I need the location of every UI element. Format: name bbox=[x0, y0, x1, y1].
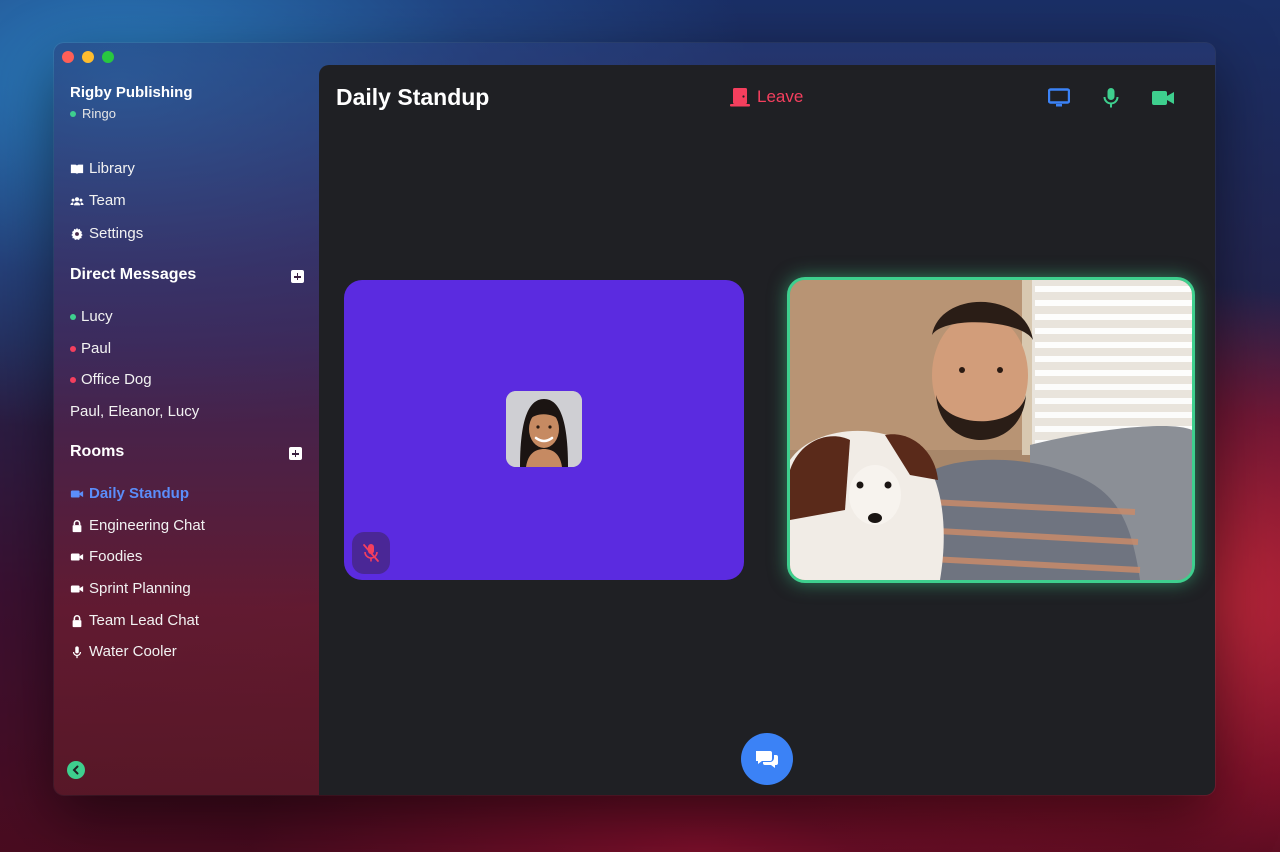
room-item-label: Daily Standup bbox=[89, 485, 190, 502]
dm-item-group[interactable]: Paul, Eleanor, Lucy bbox=[70, 403, 199, 420]
sidebar-item-team[interactable]: Team bbox=[70, 192, 126, 209]
online-status-icon bbox=[70, 110, 76, 117]
lock-icon bbox=[72, 519, 82, 532]
monitor-icon bbox=[1048, 88, 1070, 107]
active-speaker-video-tile[interactable] bbox=[787, 277, 1195, 583]
dm-item-label: Paul, Eleanor, Lucy bbox=[70, 403, 200, 420]
screen-share-button[interactable] bbox=[1047, 87, 1071, 109]
app-window: Rigby Publishing Ringo Library Team Sett… bbox=[54, 43, 1215, 795]
room-item-daily-standup[interactable]: Daily Standup bbox=[70, 485, 189, 502]
video-icon bbox=[70, 553, 84, 560]
current-user-name: Ringo bbox=[82, 106, 116, 121]
lock-icon bbox=[72, 614, 82, 627]
dm-item-label: Lucy bbox=[81, 308, 113, 325]
sidebar: Rigby Publishing Ringo Library Team Sett… bbox=[54, 43, 319, 795]
open-chat-button[interactable] bbox=[741, 733, 793, 785]
mic-icon bbox=[72, 645, 82, 658]
camera-button[interactable] bbox=[1151, 87, 1175, 109]
book-icon bbox=[70, 164, 84, 174]
dm-item-paul[interactable]: Paul bbox=[70, 340, 111, 357]
collapse-sidebar-button[interactable] bbox=[67, 761, 85, 779]
room-item-label: Foodies bbox=[89, 548, 143, 565]
participant-tile[interactable] bbox=[344, 280, 744, 580]
add-direct-message-button[interactable] bbox=[291, 270, 304, 283]
muted-indicator bbox=[352, 532, 390, 574]
rooms-heading: Rooms bbox=[70, 443, 125, 460]
busy-status-icon bbox=[70, 345, 76, 352]
chat-bubbles-icon bbox=[756, 751, 778, 768]
dm-item-label: Office Dog bbox=[81, 371, 152, 388]
room-item-label: Team Lead Chat bbox=[89, 612, 200, 629]
workspace-name: Rigby Publishing bbox=[70, 84, 193, 101]
leave-label: Leave bbox=[757, 87, 804, 106]
call-area: Daily Standup Leave bbox=[319, 65, 1215, 795]
video-icon bbox=[70, 585, 84, 592]
dm-item-label: Paul bbox=[81, 340, 112, 357]
dm-item-lucy[interactable]: Lucy bbox=[70, 308, 113, 325]
page-title: Daily Standup bbox=[336, 84, 490, 110]
sidebar-item-label: Settings bbox=[89, 225, 144, 242]
room-item-team-lead-chat[interactable]: Team Lead Chat bbox=[70, 612, 199, 629]
add-room-button[interactable] bbox=[289, 447, 302, 460]
chevron-left-icon bbox=[72, 765, 79, 775]
gear-icon bbox=[71, 227, 83, 240]
video-icon bbox=[70, 490, 84, 497]
mic-off-icon bbox=[363, 544, 379, 562]
leave-button[interactable]: Leave bbox=[729, 87, 803, 107]
direct-messages-heading: Direct Messages bbox=[70, 266, 197, 283]
sidebar-item-library[interactable]: Library bbox=[70, 160, 135, 177]
current-user[interactable]: Ringo bbox=[70, 106, 116, 121]
sidebar-item-label: Team bbox=[89, 192, 126, 209]
room-item-foodies[interactable]: Foodies bbox=[70, 548, 142, 565]
door-icon bbox=[730, 88, 750, 107]
room-item-water-cooler[interactable]: Water Cooler bbox=[70, 643, 177, 660]
room-item-label: Engineering Chat bbox=[89, 517, 205, 534]
room-item-label: Sprint Planning bbox=[89, 580, 191, 597]
microphone-button[interactable] bbox=[1099, 87, 1123, 109]
busy-status-icon bbox=[70, 376, 76, 383]
dm-item-office-dog[interactable]: Office Dog bbox=[70, 371, 152, 388]
room-item-label: Water Cooler bbox=[89, 643, 177, 660]
avatar bbox=[506, 391, 582, 467]
video-icon bbox=[1152, 91, 1174, 105]
participant-video bbox=[790, 280, 1192, 580]
room-item-sprint-planning[interactable]: Sprint Planning bbox=[70, 580, 191, 597]
online-status-icon bbox=[70, 313, 76, 320]
room-item-engineering-chat[interactable]: Engineering Chat bbox=[70, 517, 205, 534]
users-icon bbox=[70, 196, 84, 205]
sidebar-item-settings[interactable]: Settings bbox=[70, 225, 143, 242]
mic-icon bbox=[1103, 88, 1119, 108]
sidebar-item-label: Library bbox=[89, 160, 135, 177]
participant-photo bbox=[506, 391, 582, 467]
